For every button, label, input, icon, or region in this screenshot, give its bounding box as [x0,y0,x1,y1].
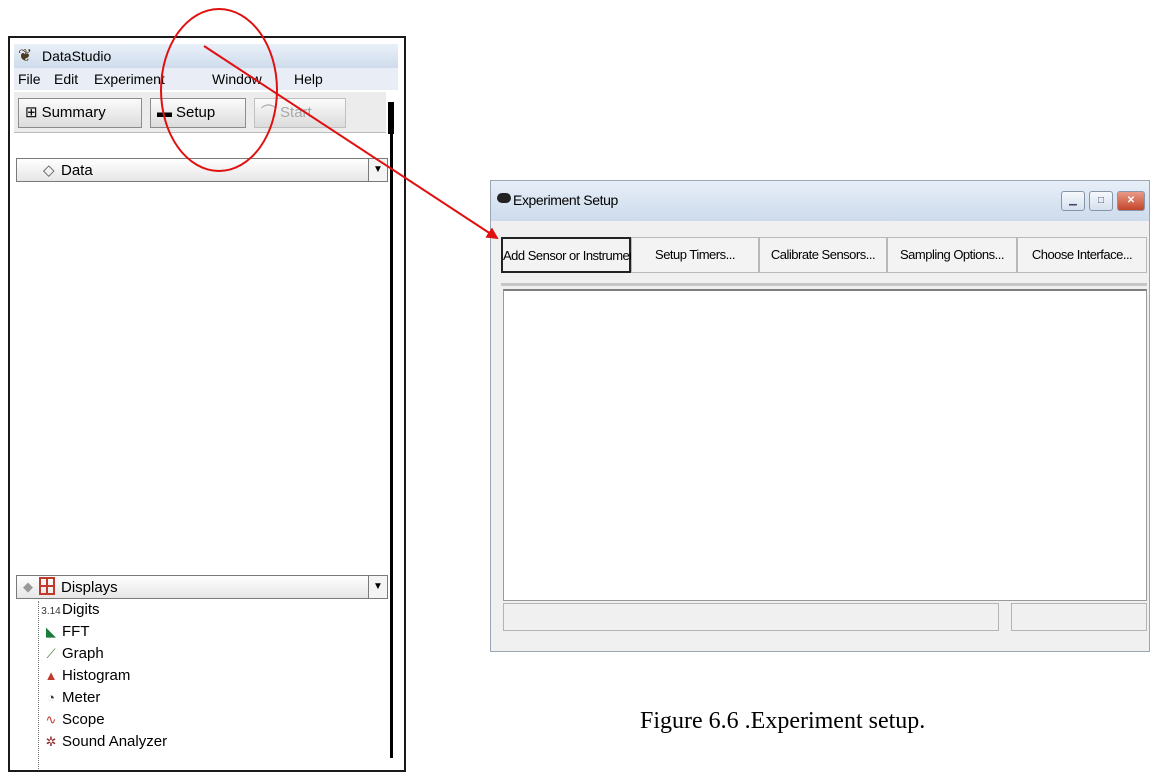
annotation-arrow [203,45,499,240]
figure-caption: Figure 6.6 .Experiment setup. [640,708,926,734]
